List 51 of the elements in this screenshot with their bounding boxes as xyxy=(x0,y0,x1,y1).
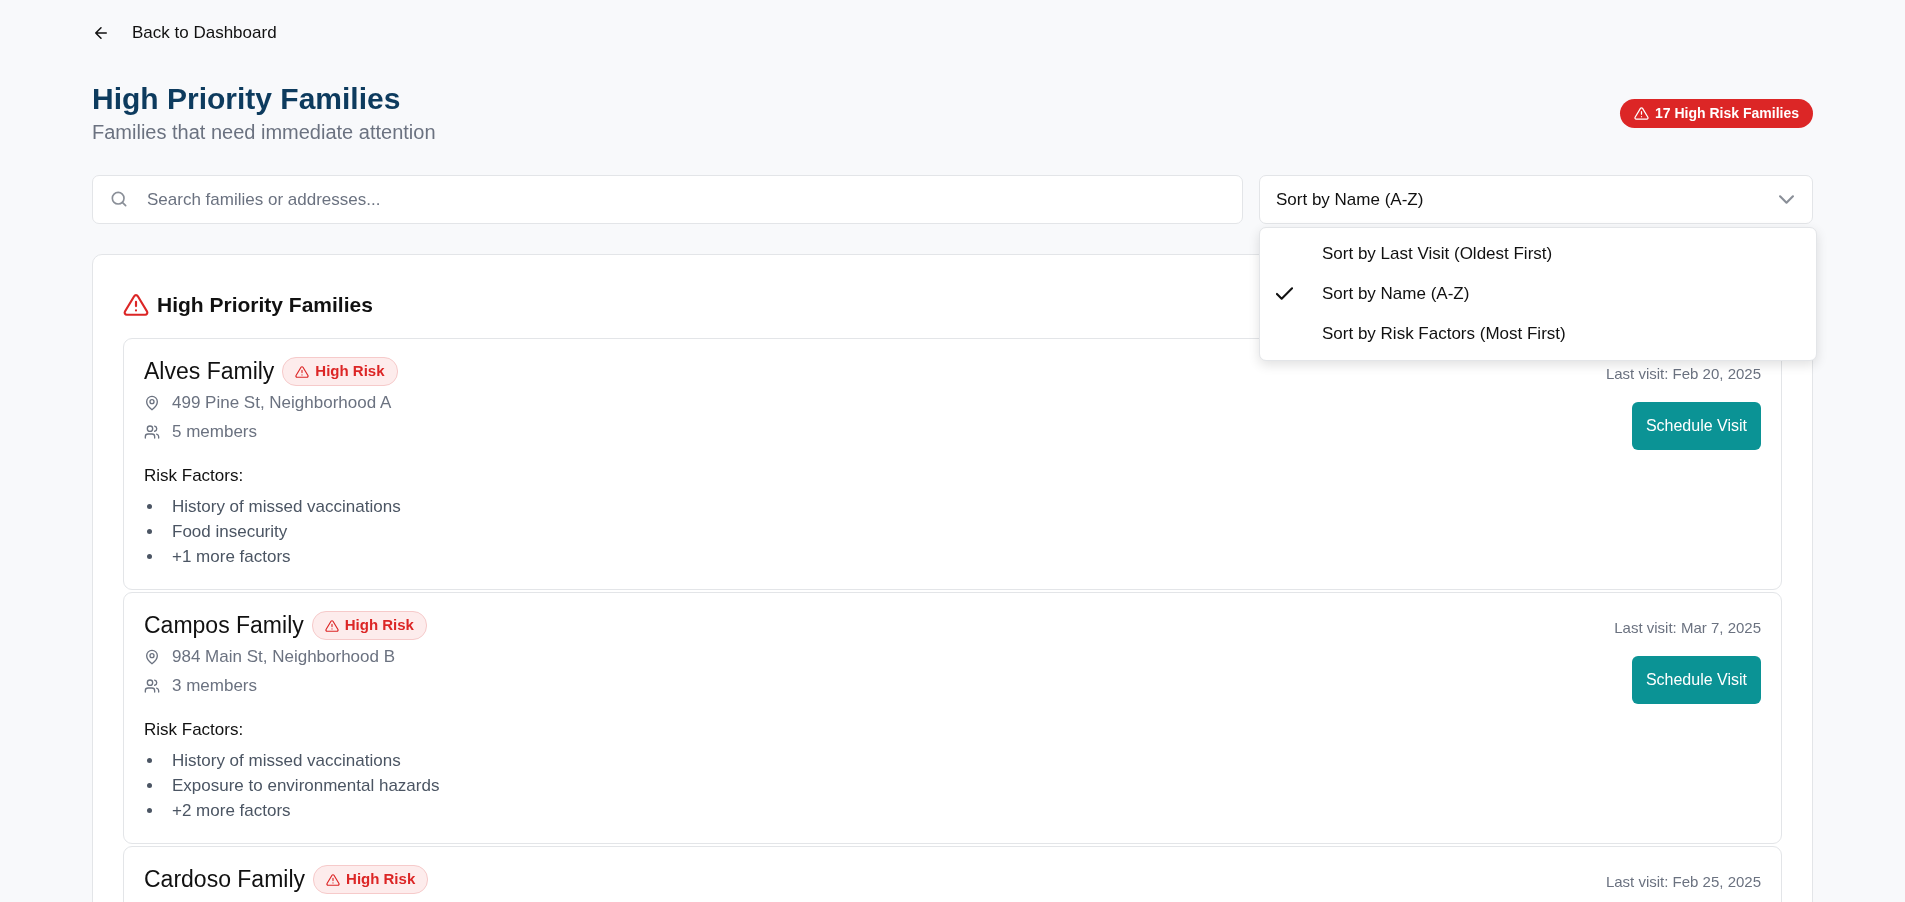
people-icon xyxy=(144,678,160,694)
family-name: Campos Family xyxy=(144,612,304,639)
warning-icon xyxy=(324,618,339,633)
page-title: High Priority Families xyxy=(92,80,402,117)
risk-factor: Exposure to environmental hazards xyxy=(172,775,440,798)
bullet-icon xyxy=(147,504,152,510)
warning-icon xyxy=(1634,106,1650,122)
people-icon xyxy=(144,424,160,440)
location-pin-icon xyxy=(144,394,160,411)
risk-factor: History of missed vaccinations xyxy=(172,750,401,773)
risk-factor: +2 more factors xyxy=(172,800,291,823)
last-visit-date: Last visit: Feb 25, 2025 xyxy=(1605,872,1761,893)
back-link[interactable]: Back to Dashboard xyxy=(92,20,277,46)
warning-icon xyxy=(326,872,341,887)
search-field[interactable]: Search families or addresses... xyxy=(145,185,1226,213)
bullet-icon xyxy=(147,529,152,535)
bullet-icon xyxy=(147,758,152,764)
sort-option[interactable]: Sort by Risk Factors (Most First) xyxy=(1260,313,1816,354)
bullet-icon xyxy=(147,783,152,789)
sort-option[interactable]: Sort by Name (A-Z) xyxy=(1260,273,1816,314)
chevron-down-icon xyxy=(1779,194,1794,204)
sort-dropdown[interactable]: Sort by Name (A-Z) xyxy=(1259,174,1813,224)
risk-factors-label: Risk Factors: xyxy=(144,718,245,741)
bullet-icon xyxy=(147,554,152,560)
member-count: 3 members xyxy=(172,675,258,698)
address: 984 Main St, Neighborhood B xyxy=(172,645,396,668)
family-name: Alves Family xyxy=(144,358,275,385)
warning-icon xyxy=(295,364,310,379)
address: 499 Pine St, Neighborhood A xyxy=(172,391,392,414)
panel-title: High Priority Families xyxy=(157,291,373,318)
risk-badge: High Risk xyxy=(313,865,429,894)
risk-factor: +1 more factors xyxy=(172,546,291,569)
schedule-visit-button[interactable]: Schedule Visit xyxy=(1631,655,1761,704)
high-risk-count-badge: 17 High Risk Families xyxy=(1620,99,1813,129)
location-pin-icon xyxy=(144,648,160,665)
page-subtitle: Families that need immediate attention xyxy=(92,119,436,145)
search-icon xyxy=(109,189,129,210)
warning-icon xyxy=(123,291,149,318)
last-visit-date: Last visit: Feb 20, 2025 xyxy=(1605,364,1761,385)
schedule-visit-button[interactable]: Schedule Visit xyxy=(1631,401,1761,450)
search-bar[interactable]: Search families or addresses... xyxy=(92,174,1243,224)
bullet-icon xyxy=(147,808,152,814)
last-visit-date: Last visit: Mar 7, 2025 xyxy=(1614,618,1761,639)
risk-factors-label: Risk Factors: xyxy=(144,464,245,487)
sort-option[interactable]: Sort by Last Visit (Oldest First) xyxy=(1260,233,1816,274)
family-name: Cardoso Family xyxy=(144,866,306,893)
risk-factor: Food insecurity xyxy=(172,521,288,544)
risk-badge: High Risk xyxy=(311,611,427,640)
risk-factor: History of missed vaccinations xyxy=(172,496,401,519)
risk-badge: High Risk xyxy=(282,357,398,386)
member-count: 5 members xyxy=(172,421,258,444)
